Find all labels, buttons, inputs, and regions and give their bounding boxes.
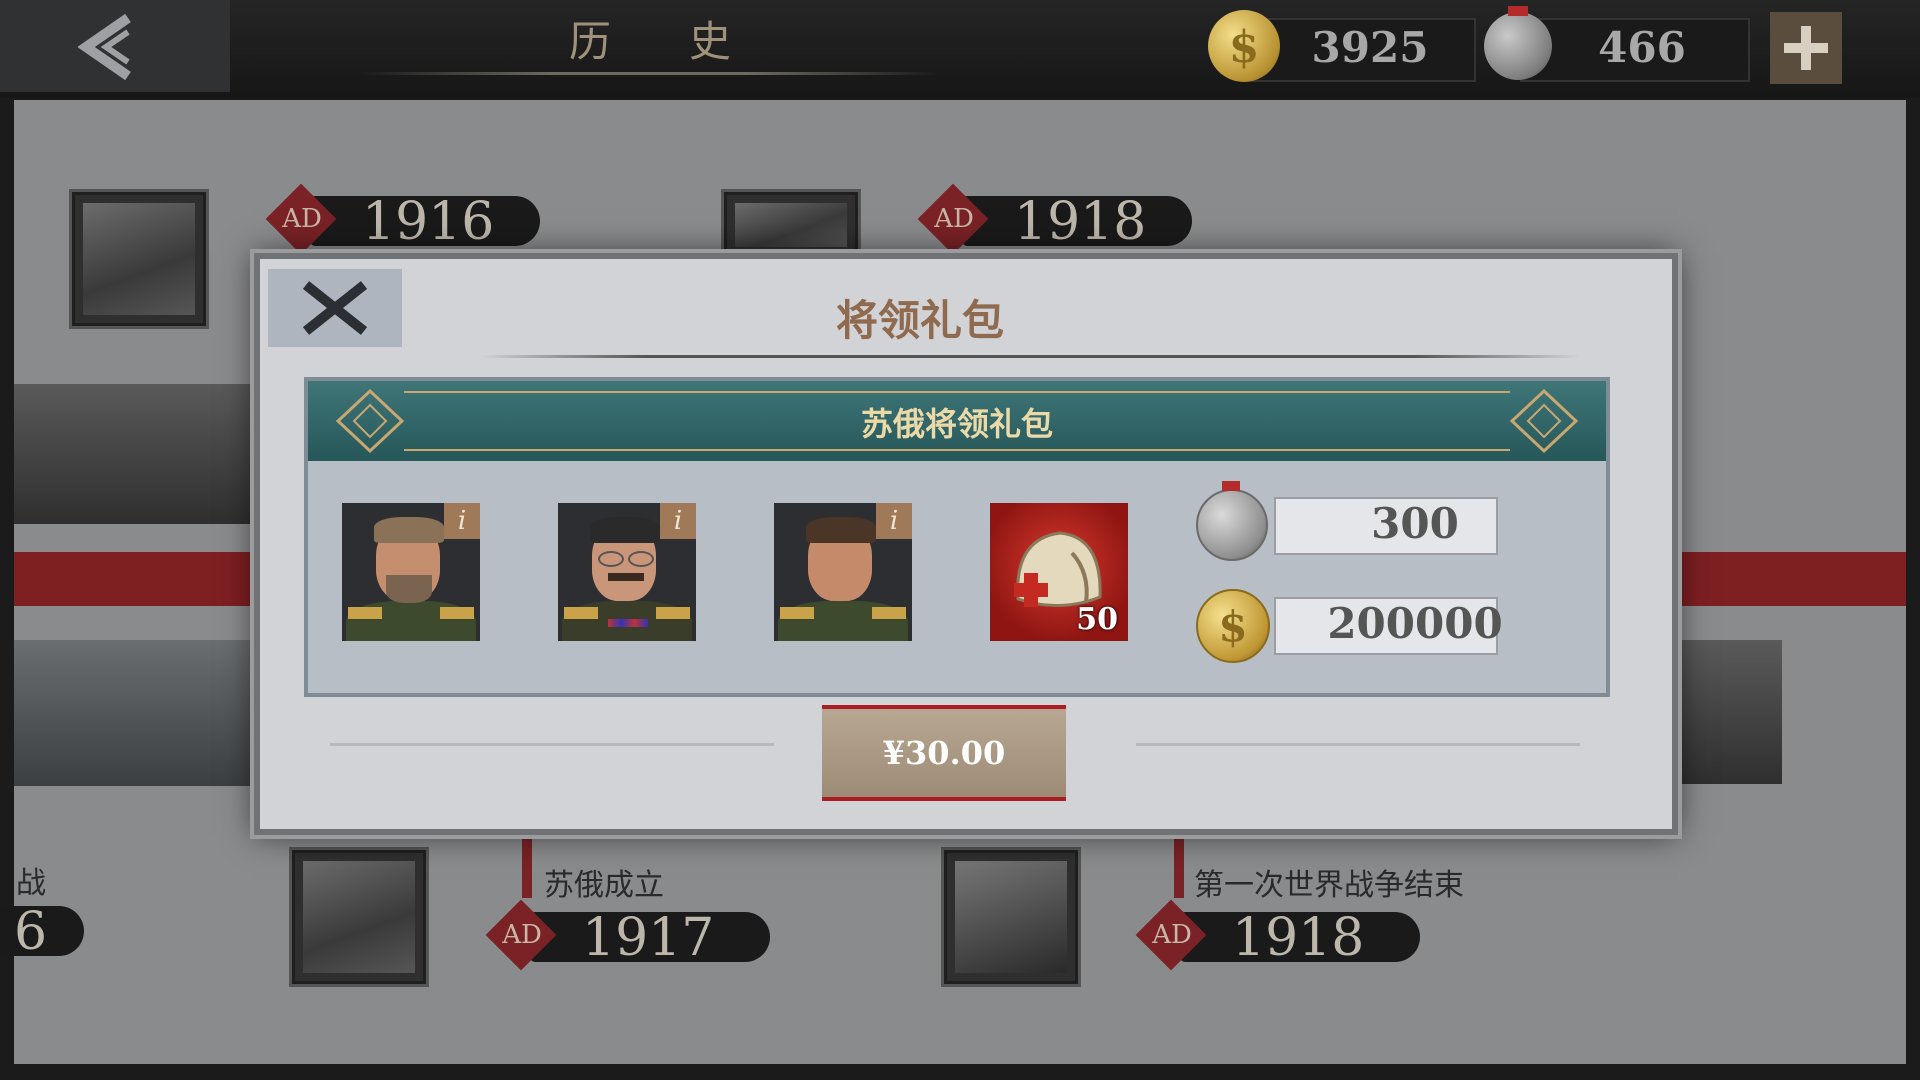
price-label: ¥30.00 [882, 734, 1006, 772]
pack-name: 苏俄将领礼包 [860, 405, 1053, 443]
year-tag-1916: AD 1916 [265, 183, 550, 255]
purchase-button[interactable]: ¥30.00 [822, 705, 1066, 801]
photo-officer[interactable] [1666, 640, 1782, 784]
gold-reward-amount: 200000 [1327, 599, 1503, 648]
general-portrait-1[interactable]: i [342, 503, 480, 641]
svg-text:$: $ [1229, 22, 1260, 73]
item-count: 50 [1076, 602, 1118, 637]
pack-header: 苏俄将领礼包 [308, 381, 1606, 461]
gold-amount: 3925 [1311, 23, 1429, 72]
event-label-left: 战 [16, 866, 46, 901]
gold-reward-icon: $ [1196, 589, 1270, 663]
dialog-title: 将领礼包 [835, 296, 1004, 345]
timeline-pin-1918 [1174, 828, 1184, 898]
pack-panel: 苏俄将领礼包 i i i 50 300 $ 200000 [304, 377, 1610, 697]
timeline-pin-1917 [522, 828, 532, 898]
add-currency-button[interactable] [1770, 12, 1842, 84]
medal-ribbon [1508, 6, 1528, 16]
photo-tank[interactable] [292, 850, 426, 984]
info-button[interactable]: i [444, 503, 480, 539]
year-tag-1917: AD 1917 [485, 899, 780, 971]
general-portrait-3[interactable]: i [774, 503, 912, 641]
close-button[interactable] [268, 269, 402, 347]
decor-line-right [1136, 743, 1580, 746]
gold-coin-icon: $ [1208, 10, 1280, 82]
medal-icon [1484, 12, 1552, 80]
year-tag-1918-bottom: AD 1918 [1135, 899, 1430, 971]
medal-amount: 466 [1598, 23, 1686, 72]
year-tag-1918-top: AD 1918 [917, 183, 1202, 255]
decor-line-left [330, 743, 774, 746]
event-label-soviet-russia: 苏俄成立 [544, 868, 664, 903]
title-underline [360, 72, 940, 75]
info-button[interactable]: i [660, 503, 696, 539]
general-portrait-2[interactable]: i [558, 503, 696, 641]
info-button[interactable]: i [876, 503, 912, 539]
dialog-title-underline [480, 355, 1580, 358]
page-title: 历史 [568, 17, 809, 66]
general-pack-dialog: 将领礼包 苏俄将领礼包 i i i 50 300 $ 200000 ¥30.00 [254, 253, 1678, 835]
back-arrow-icon [78, 13, 131, 81]
medal-reward-amount: 300 [1371, 499, 1459, 548]
timeline-red-band-left [14, 552, 254, 606]
svg-text:$: $ [1218, 602, 1247, 651]
event-label-ww1-end: 第一次世界战争结束 [1194, 868, 1464, 903]
photo-gas-masks[interactable] [72, 192, 206, 326]
medic-kit-item[interactable]: 50 [990, 503, 1128, 641]
top-bar: 历史 $ 3925 466 [0, 0, 1920, 98]
medal-reward-ribbon [1222, 481, 1240, 491]
photo-battleships[interactable] [14, 640, 254, 786]
year-tag-partial: 6 [0, 900, 114, 962]
photo-soldiers-boat[interactable] [14, 384, 254, 524]
photo-cap-box[interactable] [944, 850, 1078, 984]
timeline-red-band-right [1666, 552, 1906, 606]
close-icon [302, 281, 368, 335]
back-button[interactable] [0, 0, 230, 92]
photo-machine-gun[interactable] [724, 192, 858, 258]
medal-reward-icon [1196, 489, 1268, 561]
